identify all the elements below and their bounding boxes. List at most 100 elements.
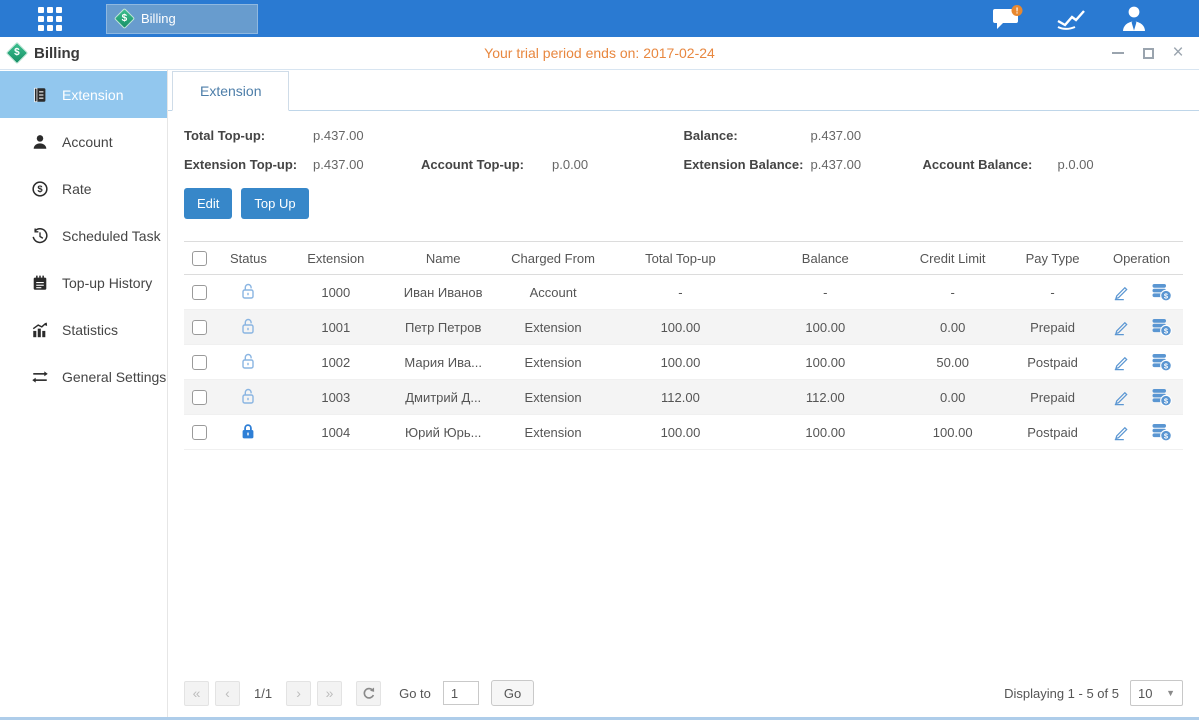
edit-button[interactable]: Edit — [184, 188, 232, 219]
go-button[interactable]: Go — [491, 680, 534, 706]
sidebar-item-topup-history[interactable]: Top-up History — [0, 259, 167, 306]
tab-extension[interactable]: Extension — [172, 71, 289, 111]
page-indicator: 1/1 — [254, 686, 272, 701]
user-icon — [1119, 5, 1149, 32]
edit-row-button[interactable] — [1111, 283, 1130, 302]
column-credit-limit: Credit Limit — [900, 242, 1005, 275]
extension-topup-value: p.437.00 — [313, 157, 421, 172]
pencil-icon — [1111, 353, 1130, 372]
coins-dollar-icon: $ — [1150, 353, 1172, 372]
edit-row-button[interactable] — [1111, 353, 1130, 372]
next-page-button[interactable]: › — [286, 681, 311, 706]
top-up-row-button[interactable]: $ — [1150, 283, 1172, 302]
column-status: Status — [216, 242, 281, 275]
svg-text:$: $ — [37, 184, 43, 195]
cell-balance: 112.00 — [750, 380, 900, 415]
table-row: 1001 Петр Петров Extension 100.00 100.00… — [184, 310, 1183, 345]
cell-charged-from: Extension — [496, 345, 611, 380]
pencil-icon — [1111, 423, 1130, 442]
cell-balance: 100.00 — [750, 415, 900, 450]
row-checkbox[interactable] — [192, 320, 207, 335]
total-topup-label: Total Top-up: — [184, 128, 313, 143]
status-unlocked — [240, 282, 256, 300]
minimize-button[interactable] — [1111, 46, 1125, 60]
extension-balance-label: Extension Balance: — [684, 157, 811, 172]
pencil-icon — [1111, 388, 1130, 407]
content-area: Extension Total Top-up: p.437.00 Extensi… — [168, 70, 1199, 717]
sidebar-item-extension[interactable]: Extension — [0, 71, 167, 118]
account-balance-label: Account Balance: — [923, 157, 1058, 172]
sidebar: Extension Account $ Rate — [0, 70, 168, 717]
top-up-row-button[interactable]: $ — [1150, 318, 1172, 337]
cell-credit-limit: 50.00 — [900, 345, 1005, 380]
last-page-icon: » — [326, 685, 334, 701]
row-checkbox[interactable] — [192, 390, 207, 405]
top-up-row-button[interactable]: $ — [1150, 388, 1172, 407]
cell-name: Юрий Юрь... — [391, 415, 496, 450]
user-account-button[interactable] — [1119, 5, 1149, 32]
lock-closed-icon — [240, 422, 256, 440]
notifications-button[interactable]: ! — [992, 5, 1023, 33]
pencil-icon — [1111, 283, 1130, 302]
sliders-transfer-icon — [31, 368, 49, 386]
app-launcher-grid-icon[interactable] — [38, 7, 62, 31]
top-up-row-button[interactable]: $ — [1150, 353, 1172, 372]
first-page-button[interactable]: « — [184, 681, 209, 706]
goto-page-input[interactable] — [443, 681, 479, 705]
edit-row-button[interactable] — [1111, 318, 1130, 337]
top-up-button[interactable]: Top Up — [241, 188, 308, 219]
page-size-value: 10 — [1138, 686, 1152, 701]
edit-row-button[interactable] — [1111, 423, 1130, 442]
previous-page-button[interactable]: ‹ — [215, 681, 240, 706]
bar-chart-icon — [31, 321, 49, 339]
window-title: Billing — [34, 45, 80, 62]
column-total-topup: Total Top-up — [611, 242, 751, 275]
maximize-button[interactable] — [1141, 46, 1155, 60]
coins-dollar-icon: $ — [1150, 388, 1172, 407]
sidebar-item-rate[interactable]: $ Rate — [0, 165, 167, 212]
trial-period-message: Your trial period ends on: 2017-02-24 — [0, 45, 1199, 61]
lock-open-icon — [240, 387, 256, 405]
window-title-bar: $ Billing Your trial period ends on: 201… — [0, 37, 1199, 70]
top-up-row-button[interactable]: $ — [1150, 423, 1172, 442]
extension-balance-value: p.437.00 — [811, 157, 923, 172]
sidebar-item-label: General Settings — [62, 369, 166, 385]
sidebar-item-scheduled-task[interactable]: Scheduled Task — [0, 212, 167, 259]
resource-monitor-button[interactable] — [1055, 6, 1087, 32]
column-operation: Operation — [1100, 242, 1183, 275]
page-size-select[interactable]: 10 ▼ — [1130, 680, 1183, 706]
displaying-summary: Displaying 1 - 5 of 5 — [1004, 686, 1119, 701]
line-chart-icon — [1055, 6, 1087, 32]
row-checkbox[interactable] — [192, 425, 207, 440]
sidebar-item-account[interactable]: Account — [0, 118, 167, 165]
cell-total-topup: 100.00 — [611, 310, 751, 345]
status-unlocked — [240, 387, 256, 405]
cell-extension: 1000 — [281, 275, 391, 310]
edit-row-button[interactable] — [1111, 388, 1130, 407]
column-name: Name — [391, 242, 496, 275]
sidebar-item-label: Extension — [62, 87, 123, 103]
cell-credit-limit: 100.00 — [900, 415, 1005, 450]
cell-pay-type: Postpaid — [1005, 415, 1100, 450]
lock-open-icon — [240, 282, 256, 300]
cell-credit-limit: 0.00 — [900, 380, 1005, 415]
top-bar: $ Billing ! — [0, 0, 1199, 37]
cell-name: Петр Петров — [391, 310, 496, 345]
refresh-button[interactable] — [356, 681, 381, 706]
cell-extension: 1001 — [281, 310, 391, 345]
taskbar-item-billing[interactable]: $ Billing — [106, 4, 258, 34]
close-button[interactable]: × — [1171, 46, 1185, 60]
summary-panel: Total Top-up: p.437.00 Extension Top-up:… — [168, 111, 1199, 174]
row-checkbox[interactable] — [192, 285, 207, 300]
pencil-icon — [1111, 318, 1130, 337]
select-all-checkbox[interactable] — [192, 251, 207, 266]
sidebar-item-general-settings[interactable]: General Settings — [0, 353, 167, 400]
cell-pay-type: Prepaid — [1005, 380, 1100, 415]
row-checkbox[interactable] — [192, 355, 207, 370]
last-page-button[interactable]: » — [317, 681, 342, 706]
sidebar-item-statistics[interactable]: Statistics — [0, 306, 167, 353]
sidebar-item-label: Statistics — [62, 322, 118, 338]
balance-value: p.437.00 — [811, 128, 923, 143]
account-topup-value: p.0.00 — [552, 157, 684, 172]
cell-balance: 100.00 — [750, 310, 900, 345]
